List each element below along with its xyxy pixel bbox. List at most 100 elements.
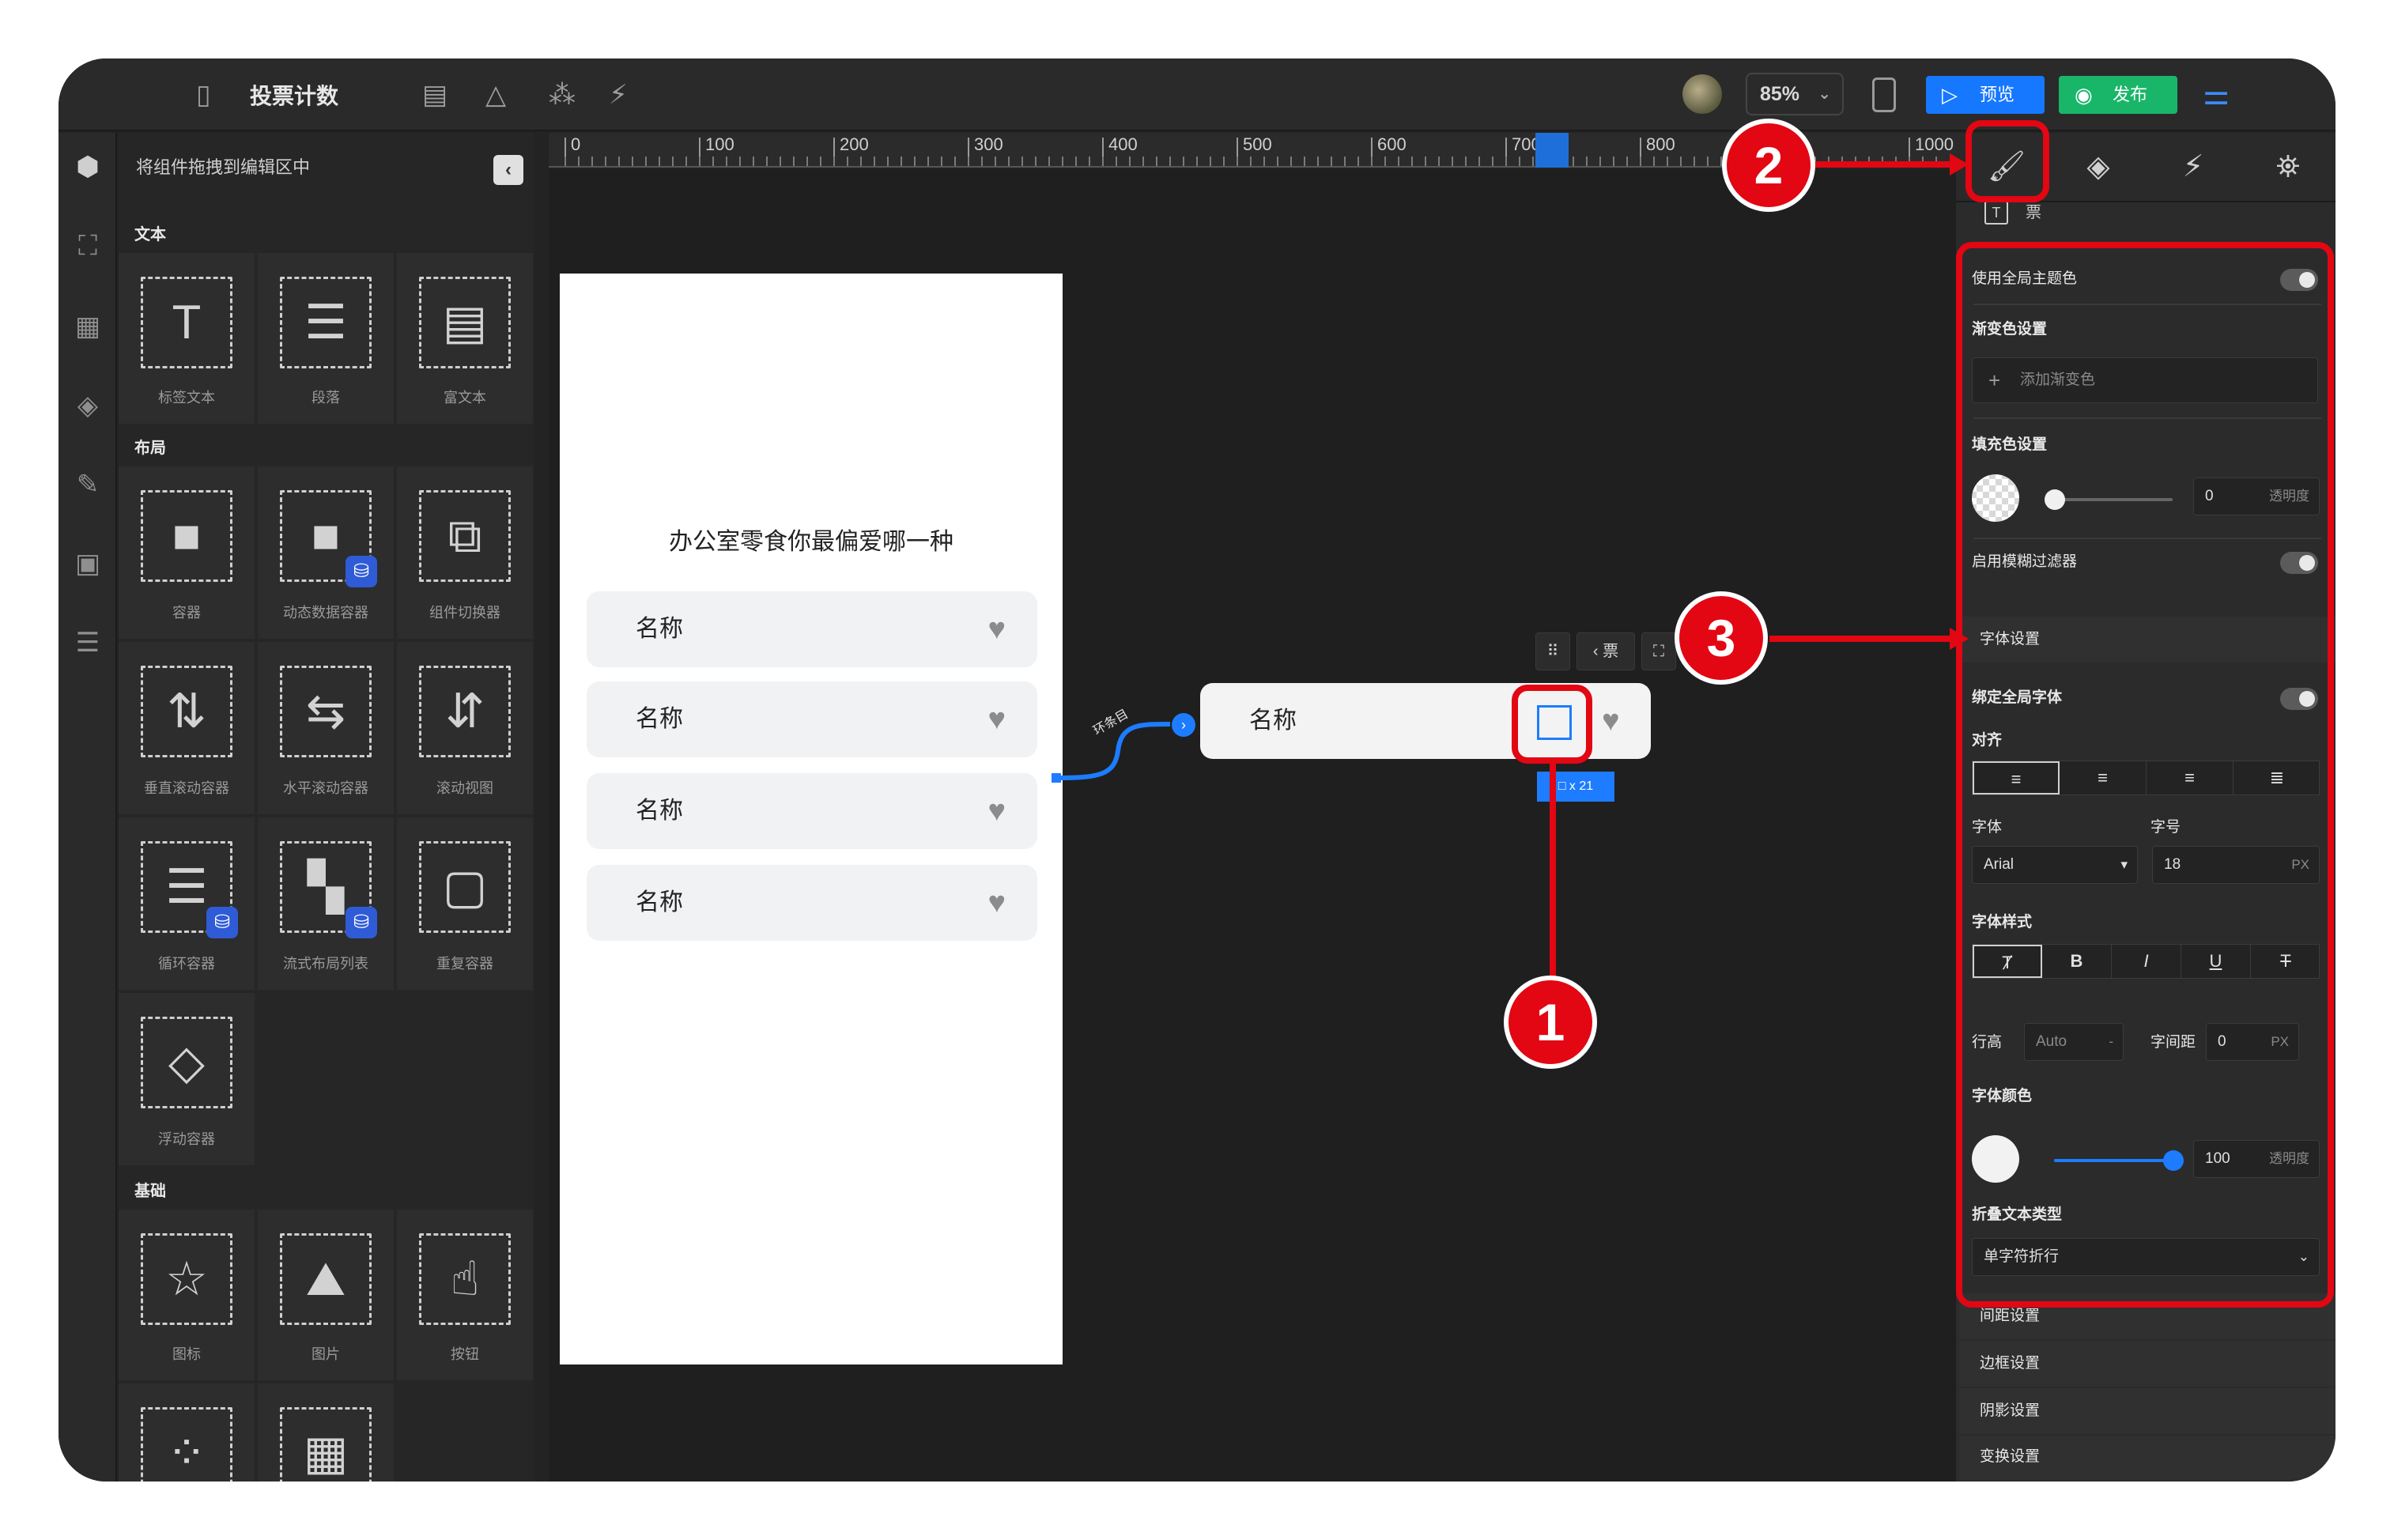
publish-button[interactable]: ◉ 发布: [2059, 76, 2177, 114]
data-source-icon[interactable]: ⁂: [549, 77, 576, 112]
vote-option[interactable]: 名称 ♥: [587, 681, 1037, 757]
floating-container-icon: ◇: [168, 1036, 206, 1089]
ruler-minor-tick: [565, 157, 566, 166]
component-preview: ⇆: [280, 666, 372, 757]
vote-option[interactable]: 名称 ♥: [587, 591, 1037, 667]
component-floating-container[interactable]: ◇ 浮动容器: [119, 993, 255, 1165]
horizontal-scroll-icon: ⇆: [305, 685, 346, 738]
fullscreen-icon[interactable]: ⛶: [1641, 632, 1676, 670]
event-flash-icon[interactable]: ⚡: [2169, 147, 2217, 187]
section-text-label: 文本: [134, 226, 166, 243]
ruler-minor-tick: [632, 157, 633, 166]
component-dynamic-container[interactable]: ■ ⛁ 动态数据容器: [258, 466, 394, 639]
component-container[interactable]: ■ 容器: [119, 466, 255, 639]
ruler-minor-tick: [941, 157, 942, 166]
flash-icon[interactable]: ⚡: [609, 77, 628, 112]
settings-sliders-icon[interactable]: ⚌: [2203, 77, 2230, 112]
interaction-icon[interactable]: ◈: [2075, 147, 2122, 187]
ruler-minor-tick: [1331, 157, 1332, 166]
vote-option[interactable]: 名称 ♥: [587, 865, 1037, 941]
component-rich-text[interactable]: ▤ 富文本: [397, 253, 533, 424]
component-repeat-container[interactable]: ▢ 重复容器: [397, 817, 533, 990]
drive-icon[interactable]: △: [485, 77, 506, 112]
phone-screen[interactable]: 办公室零食你最偏爱哪一种 名称 ♥ 名称 ♥ 名称 ♥ 名称 ♥: [560, 274, 1063, 1364]
ruler-minor-tick: [1062, 157, 1063, 166]
heart-icon[interactable]: ♥: [987, 884, 1006, 922]
ruler-minor-tick: [726, 157, 727, 166]
component-preview: ▤: [419, 277, 511, 368]
component-icon[interactable]: ☆ 图标: [119, 1210, 255, 1380]
option-name: 名称: [636, 798, 683, 824]
preview-button[interactable]: ▷ 预览: [1926, 76, 2045, 114]
avatar[interactable]: [1682, 74, 1722, 114]
mobile-device-icon[interactable]: [1872, 77, 1896, 112]
components-icon[interactable]: ⬢: [73, 152, 103, 182]
heart-icon[interactable]: ♥: [987, 700, 1006, 738]
component-loop-container[interactable]: ☰ ⛁ 循环容器: [119, 817, 255, 990]
component-caption: 滚动视图: [436, 780, 493, 796]
ruler-minor-tick: [1304, 157, 1305, 166]
component-dots[interactable]: ⁘: [119, 1383, 255, 1481]
vote-option[interactable]: 名称 ♥: [587, 773, 1037, 849]
ruler-label: 100: [705, 134, 734, 154]
heart-icon[interactable]: ♥: [1602, 702, 1620, 740]
advanced-icon[interactable]: ⛯: [2264, 147, 2312, 187]
flow-arrow-icon[interactable]: ›: [1172, 713, 1195, 737]
database-icon: ⛁: [206, 907, 238, 938]
annotation-box-2: [1965, 120, 2049, 202]
play-icon: ▷: [1942, 83, 1958, 107]
container-icon: ■: [172, 509, 202, 562]
heart-icon[interactable]: ♥: [987, 792, 1006, 830]
component-caption: 水平滚动容器: [283, 780, 368, 796]
sidebar-toggle-icon[interactable]: ▯: [196, 77, 211, 112]
component-qrcode[interactable]: ▦: [258, 1383, 394, 1481]
component-panel: 将组件拖拽到编辑区中 ‹ 文本 T 标签文本 ☰ 段落 ▤ 富文本 布局 ■ 容…: [119, 133, 534, 1481]
layout-icon[interactable]: ▦: [73, 311, 103, 342]
collapse-panel-button[interactable]: ‹: [493, 155, 523, 185]
component-button[interactable]: ☝ 按钮: [397, 1210, 533, 1380]
ruler-minor-tick: [1290, 157, 1292, 166]
component-preview: ⇵: [419, 666, 511, 757]
shadow-settings-label: 阴影设置: [1980, 1402, 2041, 1419]
ruler-minor-tick: [780, 157, 781, 166]
component-image[interactable]: ⛰ 图片: [258, 1210, 394, 1380]
template-icon[interactable]: ▣: [73, 549, 103, 579]
document-icon[interactable]: ▤: [422, 77, 447, 112]
component-paragraph[interactable]: ☰ 段落: [258, 253, 394, 424]
layers-icon[interactable]: ◈: [73, 391, 103, 421]
ruler-minor-tick: [833, 157, 835, 166]
parent-select-button[interactable]: ‹ 票: [1576, 632, 1635, 670]
annotation-badge-2: 2: [1722, 119, 1815, 212]
vertical-scroll-icon: ⇅: [166, 685, 207, 738]
component-flow-list[interactable]: ▚ ⛁ 流式布局列表: [258, 817, 394, 990]
blocks-icon[interactable]: ⛶: [73, 231, 103, 261]
zoom-select[interactable]: 85% ⌄: [1746, 73, 1844, 115]
ruler-minor-tick: [1411, 157, 1413, 166]
ruler-minor-tick: [1398, 157, 1399, 166]
ruler-minor-tick: [712, 157, 714, 166]
heart-icon[interactable]: ♥: [987, 610, 1006, 648]
ruler-minor-tick: [1452, 157, 1453, 166]
drag-handle-icon[interactable]: ⠿: [1535, 632, 1570, 670]
component-vertical-scroll[interactable]: ⇅ 垂直滚动容器: [119, 642, 255, 814]
component-scroll-view[interactable]: ⇵ 滚动视图: [397, 642, 533, 814]
component-preview: ⧉: [419, 490, 511, 582]
zoom-value: 85%: [1760, 83, 1800, 105]
ruler-label: 200: [840, 134, 869, 154]
pin-icon[interactable]: ✎: [73, 470, 103, 500]
ruler-minor-tick: [591, 157, 593, 166]
repeat-container-icon: ▢: [442, 860, 488, 913]
ruler-minor-tick: [1586, 157, 1588, 166]
screen-title: 办公室零食你最偏爱哪一种: [669, 529, 953, 555]
ruler-minor-tick: [995, 157, 996, 166]
component-label-text[interactable]: T 标签文本: [119, 253, 255, 424]
component-horizontal-scroll[interactable]: ⇆ 水平滚动容器: [258, 642, 394, 814]
list-icon[interactable]: ☰: [73, 628, 103, 658]
ruler-minor-tick: [806, 157, 808, 166]
ruler-minor-tick: [1653, 157, 1655, 166]
ruler-minor-tick: [1573, 157, 1574, 166]
component-caption: 循环容器: [158, 956, 215, 972]
component-switcher[interactable]: ⧉ 组件切换器: [397, 466, 533, 639]
ruler-minor-tick: [901, 157, 902, 166]
component-preview: ◇: [141, 1017, 232, 1108]
